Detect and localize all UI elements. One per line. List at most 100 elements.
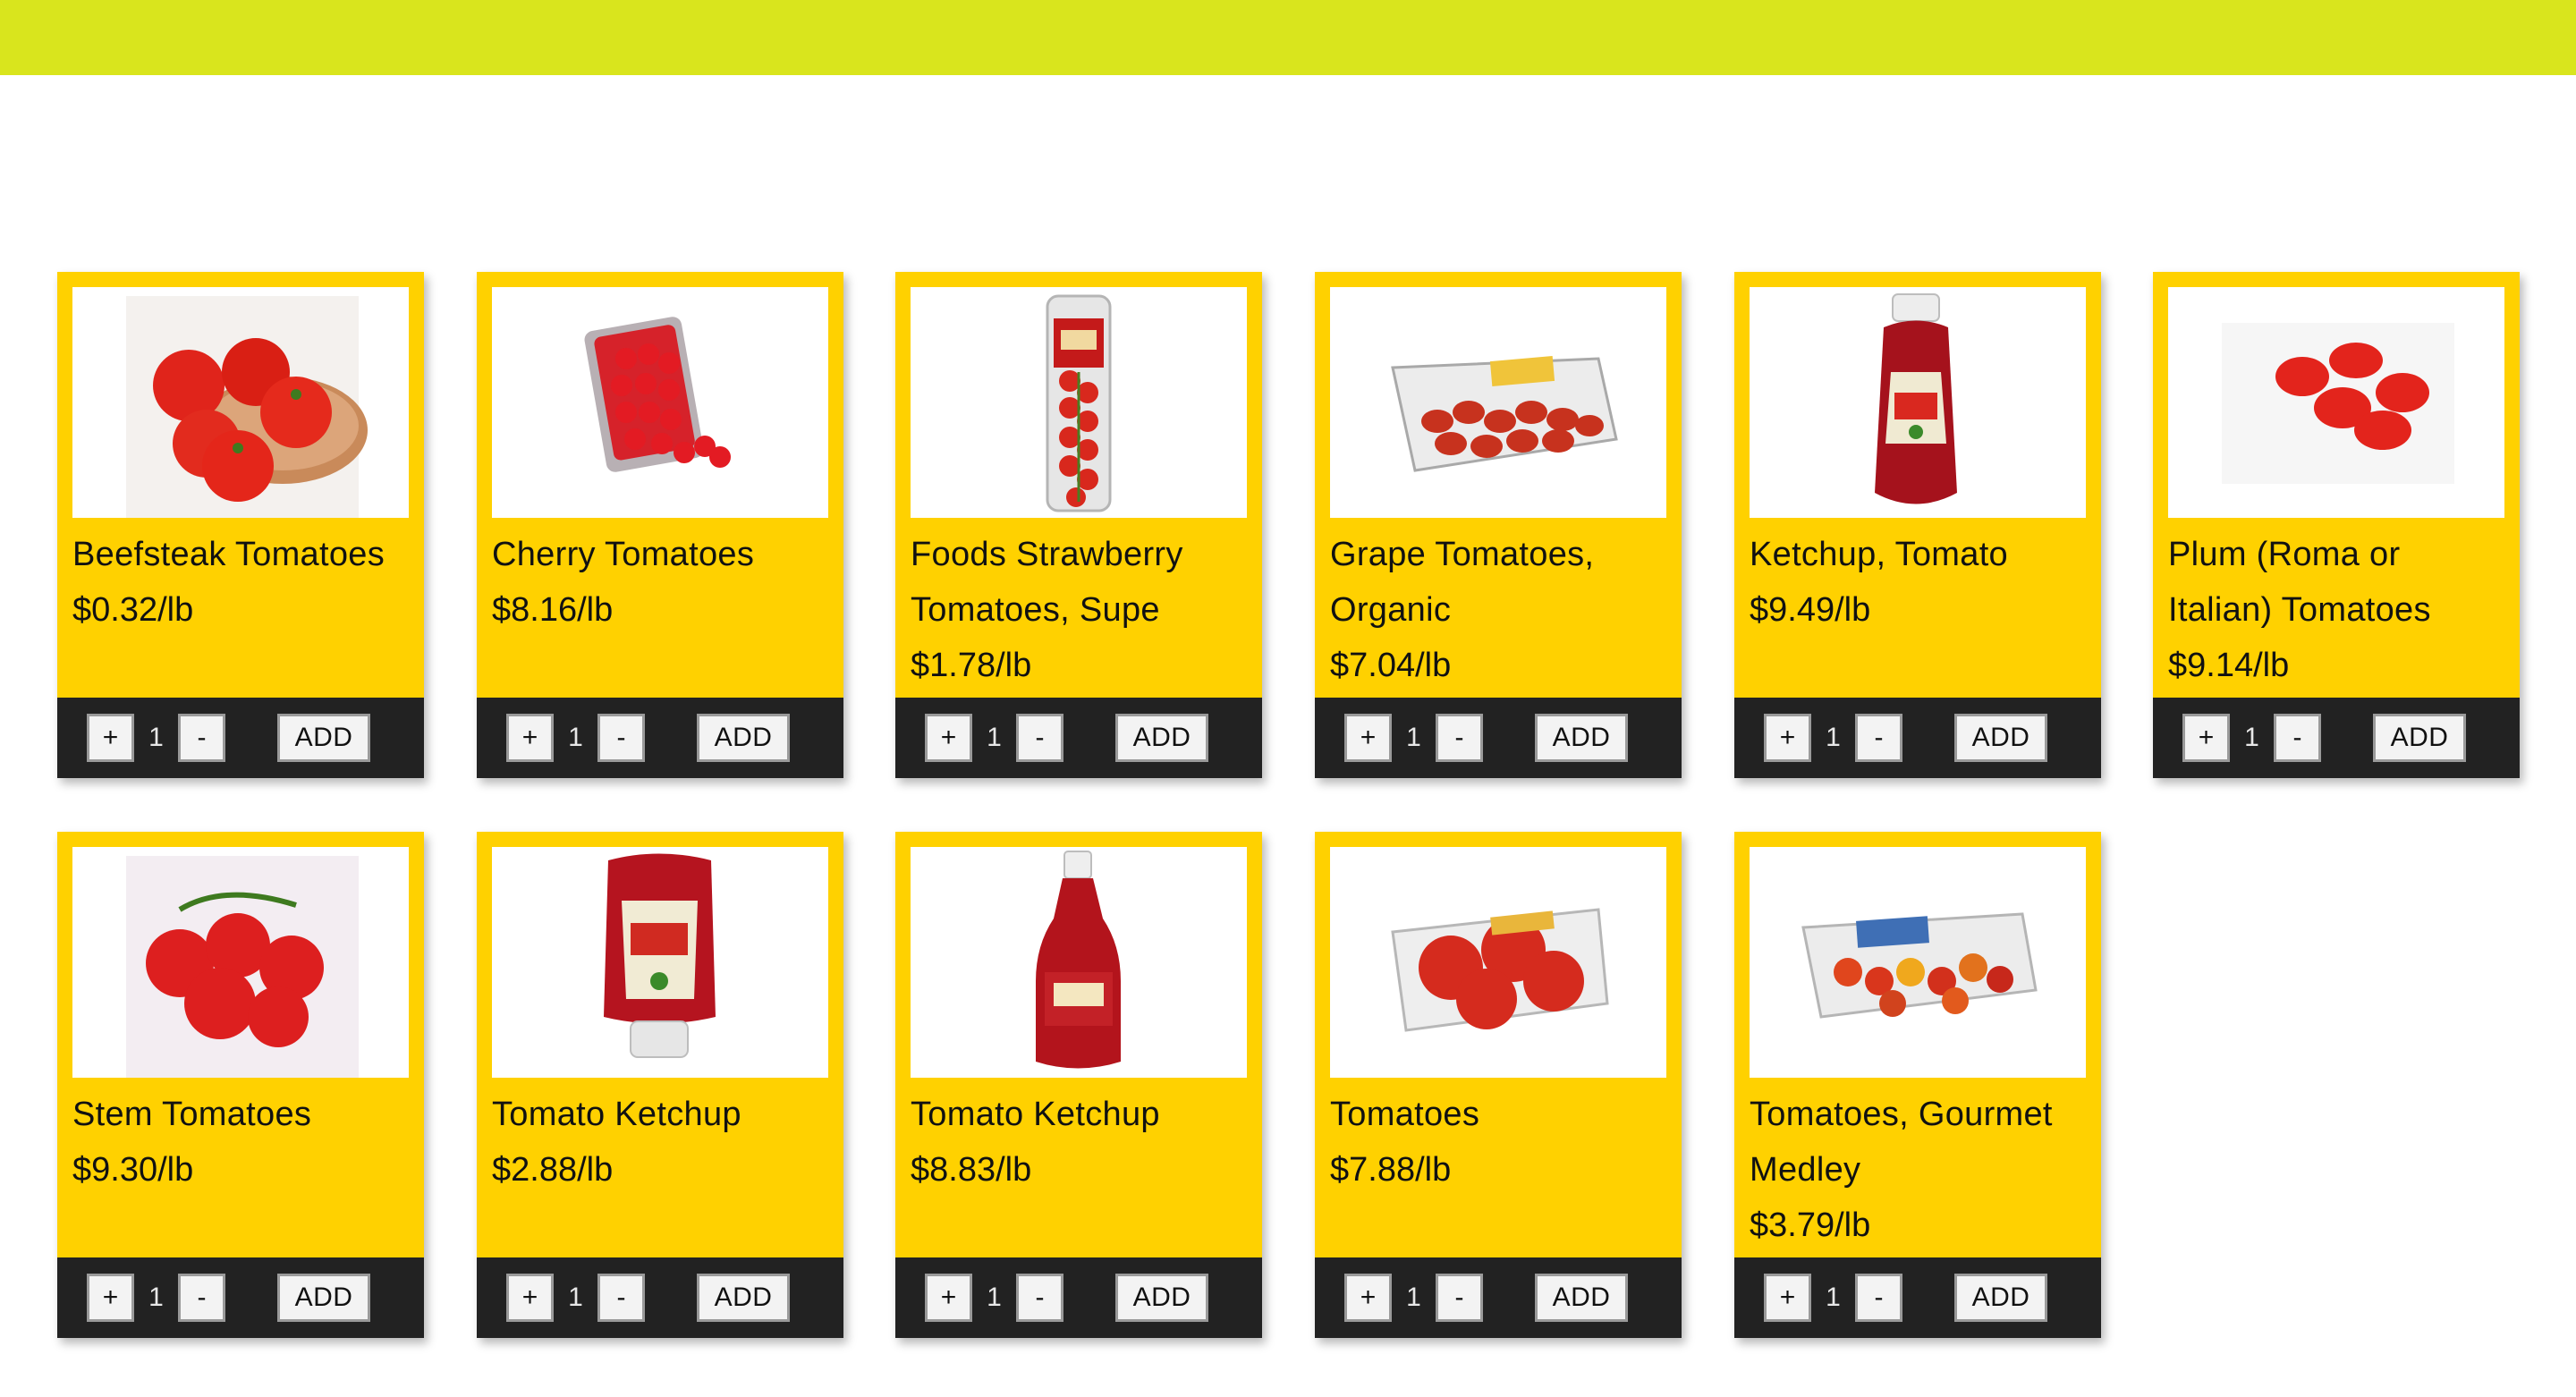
plum-tomatoes-icon (2222, 323, 2454, 484)
product-price: $7.88/lb (1330, 1151, 1452, 1189)
quantity-value: 1 (987, 723, 1002, 752)
quantity-controls: + 1 - ADD (477, 698, 843, 778)
product-name: Cherry Tomatoes (492, 536, 755, 573)
product-card: Cherry Tomatoes $8.16/lb + 1 - ADD (477, 272, 843, 778)
increase-quantity-button[interactable]: + (1764, 714, 1811, 762)
quantity-controls: + 1 - ADD (1315, 1257, 1682, 1338)
tomato-icon (126, 296, 368, 518)
quantity-controls: + 1 - ADD (1315, 698, 1682, 778)
tomatoes-pack-icon (1391, 908, 1609, 1032)
product-card: Grape Tomatoes, Organic $7.04/lb + 1 - A… (1315, 272, 1682, 778)
add-to-cart-button[interactable]: ADD (697, 1274, 790, 1322)
stem-tomatoes-icon (126, 856, 359, 1078)
product-card: Tomato Ketchup $8.83/lb + 1 - ADD (895, 832, 1262, 1338)
decrease-quantity-button[interactable]: - (178, 714, 225, 762)
stem-tomatoes-image (72, 847, 409, 1078)
increase-quantity-button[interactable]: + (506, 714, 554, 762)
product-price: $3.79/lb (1750, 1206, 1871, 1244)
decrease-quantity-button[interactable]: - (1436, 1274, 1483, 1322)
quantity-controls: + 1 - ADD (57, 1257, 424, 1338)
product-name: Stem Tomatoes (72, 1096, 312, 1133)
decrease-quantity-button[interactable]: - (597, 1274, 645, 1322)
quantity-value: 1 (148, 723, 164, 752)
product-price: $7.04/lb (1330, 647, 1452, 684)
increase-quantity-button[interactable]: + (1764, 1274, 1811, 1322)
grape-tomatoes-icon (1391, 356, 1618, 472)
strawberry-tomatoes-icon (1046, 294, 1112, 512)
product-name: Foods Strawberry Tomatoes, Supe (911, 536, 1183, 629)
product-price: $8.16/lb (492, 591, 614, 629)
decrease-quantity-button[interactable]: - (1855, 714, 1902, 762)
quantity-controls: + 1 - ADD (477, 1257, 843, 1338)
product-price: $0.32/lb (72, 591, 194, 629)
product-price: $9.14/lb (2168, 647, 2290, 684)
ketchup-bottle-image (492, 847, 828, 1078)
product-card: Beefsteak Tomatoes $0.32/lb + 1 - ADD (57, 272, 424, 778)
increase-quantity-button[interactable]: + (1344, 714, 1392, 762)
quantity-value: 1 (1826, 723, 1841, 752)
cherry-tomatoes-image (492, 287, 828, 518)
increase-quantity-button[interactable]: + (1344, 1274, 1392, 1322)
product-name: Plum (Roma or Italian) Tomatoes (2168, 536, 2431, 629)
product-name: Tomato Ketchup (911, 1096, 1160, 1133)
plum-tomatoes-image (2168, 287, 2504, 518)
quantity-value: 1 (568, 723, 583, 752)
product-card: Tomatoes $7.88/lb + 1 - ADD (1315, 832, 1682, 1338)
ketchup-bottle-icon (1036, 851, 1121, 1069)
decrease-quantity-button[interactable]: - (597, 714, 645, 762)
product-name: Ketchup, Tomato (1750, 536, 2008, 573)
increase-quantity-button[interactable]: + (925, 714, 972, 762)
decrease-quantity-button[interactable]: - (1016, 714, 1063, 762)
tomatoes-pack-image (1330, 847, 1666, 1078)
decrease-quantity-button[interactable]: - (2274, 714, 2321, 762)
add-to-cart-button[interactable]: ADD (1115, 714, 1208, 762)
increase-quantity-button[interactable]: + (925, 1274, 972, 1322)
add-to-cart-button[interactable]: ADD (1535, 714, 1628, 762)
product-name: Tomato Ketchup (492, 1096, 741, 1133)
cherry-tomatoes-icon (584, 317, 731, 472)
product-card: Tomato Ketchup $2.88/lb + 1 - ADD (477, 832, 843, 1338)
add-to-cart-button[interactable]: ADD (1535, 1274, 1628, 1322)
product-name: Beefsteak Tomatoes (72, 536, 386, 573)
add-to-cart-button[interactable]: ADD (1954, 714, 2047, 762)
product-price: $2.88/lb (492, 1151, 614, 1189)
add-to-cart-button[interactable]: ADD (277, 714, 370, 762)
increase-quantity-button[interactable]: + (87, 1274, 134, 1322)
gourmet-medley-image (1750, 847, 2086, 1078)
product-card: Foods Strawberry Tomatoes, Supe $1.78/lb… (895, 272, 1262, 778)
decrease-quantity-button[interactable]: - (1855, 1274, 1902, 1322)
quantity-controls: + 1 - ADD (1734, 698, 2101, 778)
product-price: $1.78/lb (911, 647, 1032, 684)
add-to-cart-button[interactable]: ADD (1115, 1274, 1208, 1322)
quantity-controls: + 1 - ADD (57, 698, 424, 778)
gourmet-medley-icon (1801, 912, 2038, 1019)
decrease-quantity-button[interactable]: - (1016, 1274, 1063, 1322)
product-price: $9.30/lb (72, 1151, 194, 1189)
add-to-cart-button[interactable]: ADD (697, 714, 790, 762)
decrease-quantity-button[interactable]: - (178, 1274, 225, 1322)
add-to-cart-button[interactable]: ADD (1954, 1274, 2047, 1322)
increase-quantity-button[interactable]: + (506, 1274, 554, 1322)
product-name: Tomatoes, Gourmet Medley (1750, 1096, 2053, 1189)
ketchup-bottle-icon (1875, 293, 1957, 504)
quantity-value: 1 (1406, 1283, 1421, 1312)
decrease-quantity-button[interactable]: - (1436, 714, 1483, 762)
add-to-cart-button[interactable]: ADD (277, 1274, 370, 1322)
quantity-controls: + 1 - ADD (895, 1257, 1262, 1338)
add-to-cart-button[interactable]: ADD (2373, 714, 2466, 762)
grape-tomatoes-image (1330, 287, 1666, 518)
product-name: Grape Tomatoes, Organic (1330, 536, 1595, 629)
quantity-controls: + 1 - ADD (895, 698, 1262, 778)
product-name: Tomatoes (1330, 1096, 1480, 1133)
quantity-controls: + 1 - ADD (2153, 698, 2520, 778)
product-card: Ketchup, Tomato $9.49/lb + 1 - ADD (1734, 272, 2101, 778)
quantity-value: 1 (2244, 723, 2259, 752)
increase-quantity-button[interactable]: + (2182, 714, 2230, 762)
product-card: Plum (Roma or Italian) Tomatoes $9.14/lb… (2153, 272, 2520, 778)
product-price: $8.83/lb (911, 1151, 1032, 1189)
product-grid: Beefsteak Tomatoes $0.32/lb + 1 - ADD Ch… (0, 0, 2576, 1397)
increase-quantity-button[interactable]: + (87, 714, 134, 762)
quantity-value: 1 (1406, 723, 1421, 752)
product-card: Tomatoes, Gourmet Medley $3.79/lb + 1 - … (1734, 832, 2101, 1338)
quantity-value: 1 (148, 1283, 164, 1312)
